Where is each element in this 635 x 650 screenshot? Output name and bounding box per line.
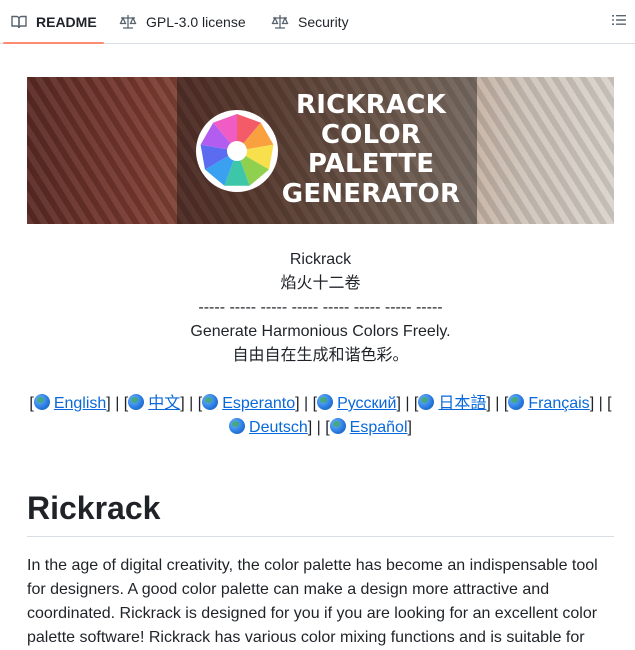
law-scale-icon — [271, 14, 289, 30]
globe-icon — [229, 418, 246, 434]
readme-paragraph: In the age of digital creativity, the co… — [27, 557, 598, 646]
language-link-spanish[interactable]: Español — [329, 418, 408, 436]
language-links: [English] | [中文] | [Esperanto] | [Русски… — [29, 394, 612, 436]
language-link-esperanto[interactable]: Esperanto — [202, 394, 295, 412]
globe-icon — [202, 394, 219, 410]
tab-readme[interactable]: README — [11, 0, 97, 43]
law-scale-icon — [119, 14, 137, 30]
book-icon — [11, 14, 27, 30]
language-link-japanese[interactable]: 日本語 — [418, 394, 486, 412]
language-link-german[interactable]: Deutsch — [229, 418, 308, 436]
language-link-french[interactable]: Français — [508, 394, 590, 412]
intro-line-name: Rickrack — [289, 251, 352, 268]
globe-icon — [508, 394, 525, 410]
intro-line-tagline-chinese: 自由自在生成和谐色彩。 — [232, 347, 409, 364]
language-link-russian[interactable]: Русский — [317, 394, 396, 412]
globe-icon — [317, 394, 334, 410]
globe-icon — [329, 418, 346, 434]
tab-license[interactable]: GPL-3.0 license — [119, 0, 246, 43]
language-link-chinese[interactable]: 中文 — [128, 394, 180, 412]
table-of-contents-button[interactable] — [609, 12, 629, 32]
language-link-english[interactable]: English — [33, 394, 106, 412]
readme-heading: Rickrack — [27, 484, 614, 537]
intro-line-chinese-name: 焰火十二卷 — [280, 275, 361, 292]
tab-security[interactable]: Security — [271, 0, 349, 43]
globe-icon — [128, 394, 145, 410]
intro-block: Rickrack 焰火十二卷 ----- ----- ----- ----- -… — [27, 248, 614, 368]
tab-security-label: Security — [298, 13, 349, 30]
banner-title: RICKRACK COLOR PALETTE GENERATOR — [281, 90, 461, 209]
globe-icon — [418, 394, 435, 410]
intro-line-divider: ----- ----- ----- ----- ----- ----- ----… — [198, 299, 443, 316]
readme-tab-bar: README GPL-3.0 license Security — [0, 0, 635, 44]
globe-icon — [33, 394, 50, 410]
rickrack-logo-icon — [195, 109, 279, 198]
rickrack-banner-image: RICKRACK COLOR PALETTE GENERATOR — [27, 77, 614, 224]
tab-license-label: GPL-3.0 license — [146, 13, 246, 30]
active-tab-indicator — [3, 42, 104, 44]
intro-line-tagline: Generate Harmonious Colors Freely. — [190, 323, 451, 340]
tab-readme-label: README — [36, 13, 97, 30]
list-unordered-icon — [611, 12, 627, 33]
